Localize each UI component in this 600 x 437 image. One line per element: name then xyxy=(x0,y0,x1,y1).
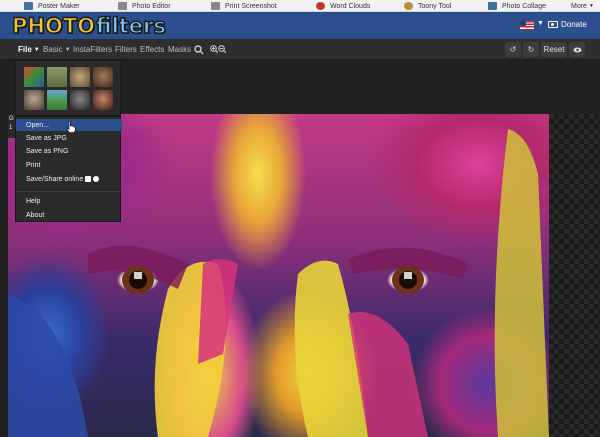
toony-icon xyxy=(404,2,413,10)
undo-button[interactable]: ↺ xyxy=(505,42,521,57)
canvas-info-line-2: 1 xyxy=(9,125,13,131)
link-photo-editor[interactable]: Photo Editor xyxy=(112,0,171,12)
logo-photo: PHOTO xyxy=(11,13,95,38)
thumbnail-landscape[interactable] xyxy=(46,66,67,87)
menu-filters-label: Filters xyxy=(115,45,137,54)
donate-button[interactable]: Donate xyxy=(548,20,587,29)
donate-label: Donate xyxy=(561,20,587,29)
chevron-down-icon: ▼ xyxy=(64,46,71,53)
undo-icon: ↺ xyxy=(509,45,517,54)
sample-thumbnails xyxy=(15,60,121,116)
link-poster-maker[interactable]: Poster Maker xyxy=(18,0,80,12)
menu-file-label: File xyxy=(18,45,32,54)
us-flag-icon[interactable] xyxy=(520,21,534,30)
menu-item-label: Open... xyxy=(26,121,49,129)
preview-button[interactable] xyxy=(569,42,585,57)
menu-effects-label: Effects xyxy=(140,45,165,54)
brand-bar: PHOTO filters ▼ Donate xyxy=(0,12,600,39)
menu-item-help[interactable]: Help xyxy=(16,195,122,207)
photo-collage-icon xyxy=(488,2,497,10)
menu-item-save-share-online[interactable]: Save/Share online xyxy=(16,173,122,185)
link-label: Photo Collage xyxy=(502,2,546,10)
canvas-info-line-1: G xyxy=(9,116,14,122)
top-links-bar: Poster Maker Photo Editor Print Screensh… xyxy=(0,0,600,12)
menu-instafilters-label: InstaFilters xyxy=(73,45,113,54)
thumbnail-parrot[interactable] xyxy=(23,66,44,87)
menu-basic-label: Basic xyxy=(43,45,63,54)
word-clouds-icon xyxy=(316,2,325,10)
thumbnail-portrait-3[interactable] xyxy=(69,89,90,110)
link-label: Word Clouds xyxy=(330,2,371,10)
menu-item-print[interactable]: Print xyxy=(16,159,122,171)
thumbnail-field[interactable] xyxy=(46,89,67,110)
menu-masks-label: Masks xyxy=(168,45,192,54)
canvas-info-label: G 1 xyxy=(8,114,15,138)
link-word-clouds[interactable]: Word Clouds xyxy=(310,0,370,12)
chevron-down-icon: ▼ xyxy=(33,46,40,53)
hand-cursor-icon xyxy=(66,121,76,133)
facebook-icon xyxy=(85,176,92,182)
zoom-in-icon[interactable] xyxy=(210,45,218,54)
thumbnail-portrait-2[interactable] xyxy=(23,89,44,110)
print-screenshot-icon xyxy=(211,2,220,10)
transparency-area xyxy=(549,114,600,437)
photo-editor-icon xyxy=(118,2,127,10)
zoom-out-icon[interactable] xyxy=(218,45,226,54)
toolbar: File ▼ Basic ▼ InstaFilters Filters Effect… xyxy=(0,39,600,60)
menu-item-save-png[interactable]: Save as PNG xyxy=(16,145,122,157)
menu-item-save-jpg[interactable]: Save as JPG xyxy=(16,132,122,144)
chevron-down-icon[interactable]: ▼ xyxy=(537,20,544,27)
reset-label: Reset xyxy=(543,45,565,54)
menu-item-label: About xyxy=(26,211,45,219)
redo-icon: ↻ xyxy=(527,45,535,54)
app-logo[interactable]: PHOTO filters xyxy=(11,13,166,38)
eye-icon xyxy=(573,47,581,52)
chevron-down-icon: ▼ xyxy=(588,3,594,9)
menu-basic[interactable]: Basic ▼ xyxy=(43,39,71,60)
reset-button[interactable]: Reset xyxy=(541,42,567,57)
thumbnail-portrait-4[interactable] xyxy=(92,89,113,110)
menu-item-label: Save/Share online xyxy=(26,175,84,183)
menu-item-label: Save as JPG xyxy=(26,134,67,142)
logo-filters: filters xyxy=(95,13,166,38)
thumbnail-cat[interactable] xyxy=(69,66,90,87)
link-photo-collage[interactable]: Photo Collage xyxy=(482,0,546,12)
donate-icon xyxy=(548,21,558,28)
menu-item-about[interactable]: About xyxy=(16,209,122,221)
menu-masks[interactable]: Masks xyxy=(168,39,191,60)
menu-filters[interactable]: Filters xyxy=(115,39,137,60)
menu-instafilters[interactable]: InstaFilters xyxy=(73,39,112,60)
redo-button[interactable]: ↻ xyxy=(523,42,539,57)
menu-item-label: Save as PNG xyxy=(26,147,69,155)
link-label: Toony Tool xyxy=(418,2,452,10)
twitter-icon xyxy=(93,176,100,182)
link-more[interactable]: More ▼ xyxy=(565,0,594,12)
menu-item-label: Print xyxy=(26,161,41,169)
poster-icon xyxy=(24,2,33,10)
thumbnail-portrait-1[interactable] xyxy=(92,66,113,87)
menu-effects[interactable]: Effects xyxy=(140,39,164,60)
link-toony-tool[interactable]: Toony Tool xyxy=(398,0,451,12)
link-label: More xyxy=(571,2,587,10)
link-label: Print Screenshot xyxy=(225,2,277,10)
menu-file[interactable]: File ▼ xyxy=(18,39,40,60)
link-print-screenshot[interactable]: Print Screenshot xyxy=(205,0,277,12)
link-label: Poster Maker xyxy=(38,2,80,10)
menu-item-label: Help xyxy=(26,197,41,205)
link-label: Photo Editor xyxy=(132,2,171,10)
menu-divider xyxy=(16,191,122,192)
search-icon[interactable] xyxy=(194,45,204,55)
